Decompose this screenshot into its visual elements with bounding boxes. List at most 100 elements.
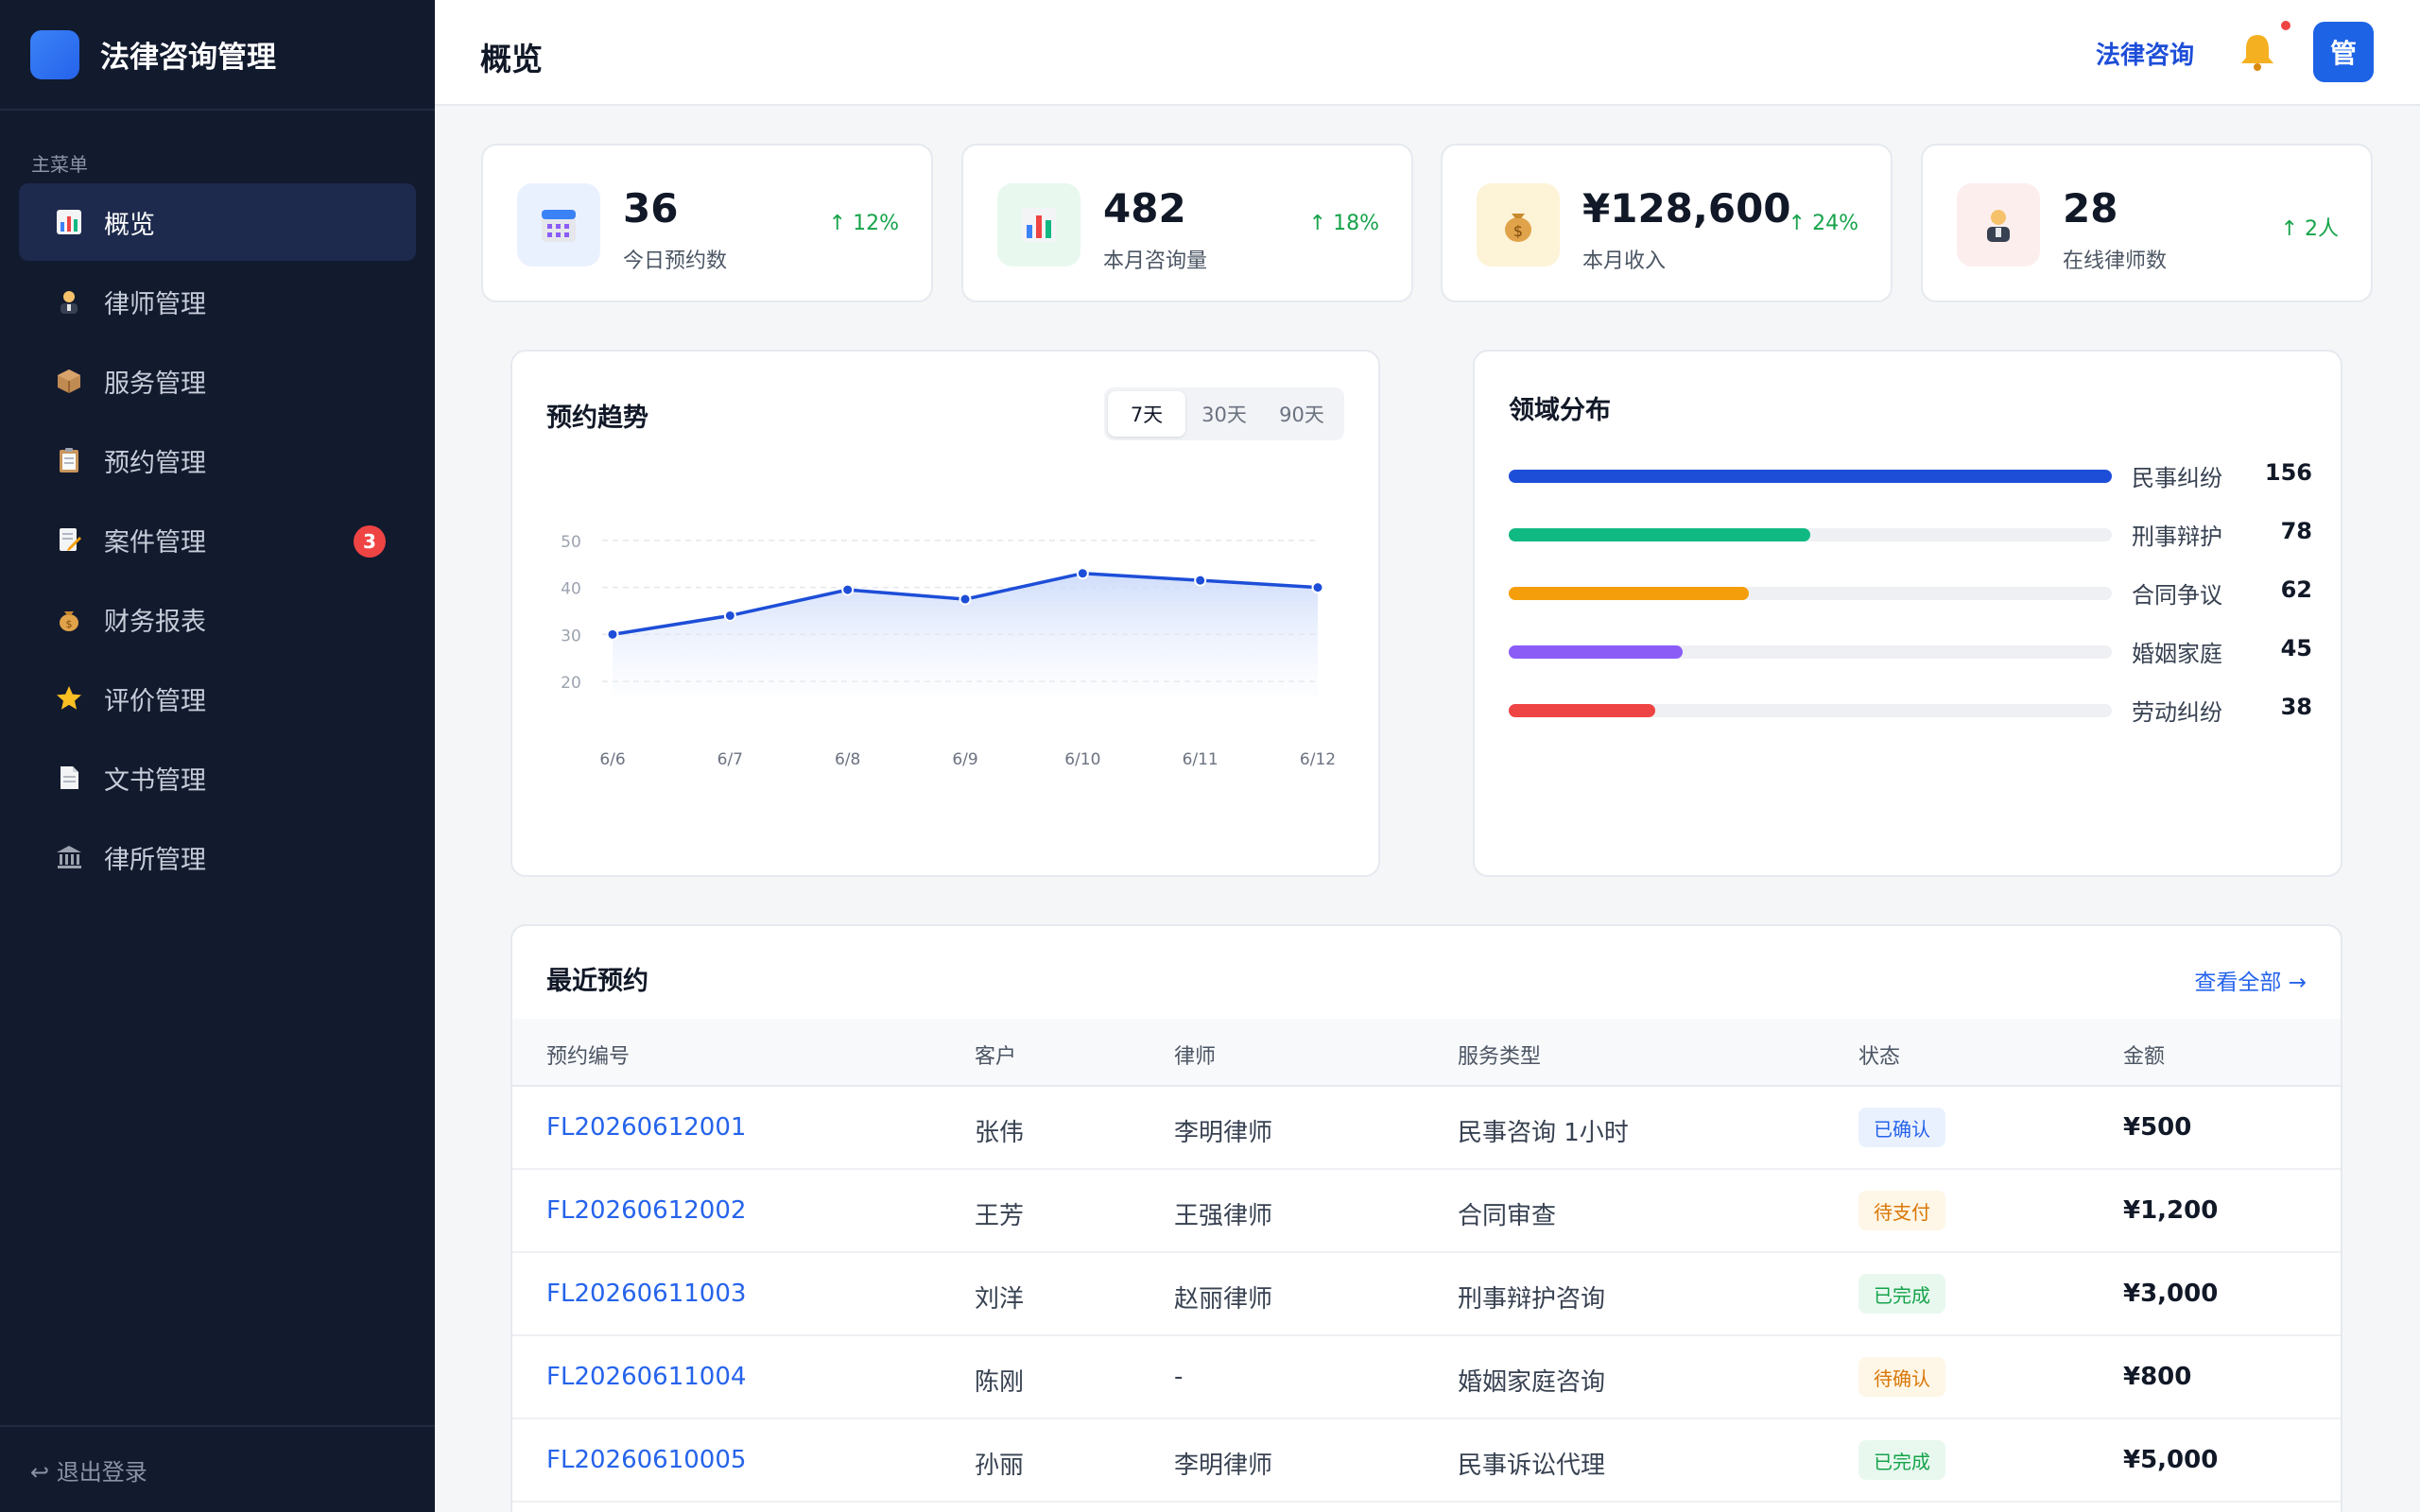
distribution-row: 劳动纠纷 38 <box>1509 692 2312 730</box>
stat-trend: ↑ 18% <box>1308 212 1379 235</box>
chart-icon <box>53 206 85 238</box>
trend-chart-card: 预约趋势 7天 30天 90天 20 30 40 50 6/6 6/7 6/8 6/9 6/10… <box>510 350 1380 877</box>
column-header[interactable]: 服务类型 <box>1458 1040 1541 1070</box>
stat-trend: ↑ 24% <box>1788 212 1858 235</box>
sidebar-item-documents[interactable]: 文书管理 <box>19 739 416 816</box>
brand[interactable]: 法律咨询管理 <box>0 0 435 111</box>
appointment-id-link[interactable]: FL20260610005 <box>546 1446 746 1474</box>
top-header: 概览 法律咨询 管 <box>435 0 2420 106</box>
sidebar-item-firms[interactable]: 律所管理 <box>19 818 416 896</box>
data-point <box>841 583 855 596</box>
svg-text:$: $ <box>66 618 73 630</box>
appointment-id-link[interactable]: FL20260611004 <box>546 1363 746 1391</box>
range-90d-button[interactable]: 90天 <box>1263 391 1340 437</box>
star-icon <box>53 682 85 714</box>
sidebar-item-appointments[interactable]: 预约管理 <box>19 421 416 499</box>
view-all-link[interactable]: 查看全部 → <box>2194 964 2307 996</box>
brand-title: 法律咨询管理 <box>100 41 276 75</box>
data-point <box>1076 567 1089 580</box>
range-30d-button[interactable]: 30天 <box>1185 391 1263 437</box>
status-badge: 已完成 <box>1858 1440 1945 1480</box>
y-tick-label: 30 <box>561 627 581 645</box>
column-header[interactable]: 预约编号 <box>546 1040 630 1070</box>
distribution-track <box>1509 470 2112 483</box>
distribution-bar <box>1509 528 1810 541</box>
distribution-track <box>1509 645 2112 659</box>
main-menu: 概览 律师管理 服务管理 预约管理 案件管理 3 $ 财务报表 评价管理 文书管… <box>19 183 416 898</box>
stat-card-appointments-today: 36 今日预约数 ↑ 12% <box>481 144 933 302</box>
amount-cell: ¥800 <box>2123 1363 2192 1391</box>
sidebar-item-cases[interactable]: 案件管理 3 <box>19 501 416 578</box>
range-selector: 7天 30天 90天 <box>1104 387 1344 440</box>
sidebar-item-services[interactable]: 服务管理 <box>19 342 416 420</box>
trend-chart: 20 30 40 50 6/6 6/7 6/8 6/9 6/10 6/11 6/12 <box>561 533 1336 769</box>
distribution-track <box>1509 528 2112 541</box>
sidebar-item-label: 案件管理 <box>104 527 206 558</box>
table-row[interactable]: FL20260611004 陈刚 - 婚姻家庭咨询 待确认 ¥800 <box>512 1336 2341 1419</box>
range-7d-button[interactable]: 7天 <box>1108 391 1185 437</box>
stat-card-monthly-income: $ ¥128,600 本月收入 ↑ 24% <box>1441 144 1893 302</box>
status-badge: 待确认 <box>1858 1357 1945 1397</box>
appointment-id-link[interactable]: FL20260612002 <box>546 1196 746 1225</box>
distribution-value: 156 <box>2264 459 2312 486</box>
sidebar-item-label: 文书管理 <box>104 765 206 796</box>
amount-cell: ¥1,200 <box>2123 1196 2219 1225</box>
sidebar-item-reviews[interactable]: 评价管理 <box>19 660 416 737</box>
distribution-track <box>1509 704 2112 717</box>
stat-value: ¥128,600 <box>1582 185 1791 232</box>
stat-trend: ↑ 2人 <box>2280 217 2339 241</box>
x-tick-label: 6/7 <box>717 750 743 769</box>
cases-count-badge: 3 <box>354 525 386 558</box>
stat-label: 本月收入 <box>1582 249 1667 273</box>
distribution-bar <box>1509 645 1684 659</box>
sidebar-item-label: 预约管理 <box>104 448 206 478</box>
money-bag-icon: $ <box>53 603 85 635</box>
client-cell: 刘洋 <box>975 1285 1025 1314</box>
logout-button[interactable]: ↩ 退出登录 <box>0 1425 435 1512</box>
column-header[interactable]: 律师 <box>1174 1040 1216 1070</box>
status-badge: 待支付 <box>1858 1191 1945 1230</box>
distribution-value: 38 <box>2280 694 2312 720</box>
distribution-name: 劳动纠纷 <box>2132 699 2222 726</box>
clipboard-icon <box>53 444 85 476</box>
column-header[interactable]: 状态 <box>1858 1040 1900 1070</box>
distribution-bar <box>1509 470 2112 483</box>
distribution-name: 婚姻家庭 <box>2132 641 2222 667</box>
lawyer-cell: 李明律师 <box>1174 1452 1273 1480</box>
appointment-id-link[interactable]: FL20260612001 <box>546 1113 746 1142</box>
service-cell: 合同审查 <box>1458 1202 1557 1230</box>
service-cell: 民事咨询 1小时 <box>1458 1119 1629 1147</box>
status-badge: 已确认 <box>1858 1108 1945 1147</box>
bell-icon[interactable] <box>2236 30 2279 74</box>
sidebar-item-overview[interactable]: 概览 <box>19 183 416 261</box>
sidebar-item-finance[interactable]: $ 财务报表 <box>19 580 416 658</box>
distribution-value: 78 <box>2280 518 2312 544</box>
trend-chart-title: 预约趋势 <box>546 404 648 433</box>
client-cell: 陈刚 <box>975 1368 1025 1397</box>
document-icon <box>53 762 85 794</box>
stat-card-online-lawyers: 28 在线律师数 ↑ 2人 <box>1921 144 2373 302</box>
sidebar-item-label: 律所管理 <box>104 845 206 875</box>
avatar[interactable]: 管 <box>2313 22 2374 82</box>
sidebar-item-lawyers[interactable]: 律师管理 <box>19 263 416 340</box>
table-row[interactable]: FL20260610005 孙丽 李明律师 民事诉讼代理 已完成 ¥5,000 <box>512 1419 2341 1503</box>
stat-label: 在线律师数 <box>2063 249 2168 273</box>
x-tick-label: 6/9 <box>952 750 977 769</box>
appointment-id-link[interactable]: FL20260611003 <box>546 1280 746 1308</box>
bar-chart-icon <box>997 183 1080 266</box>
memo-icon <box>53 524 85 556</box>
table-row[interactable]: FL20260611003 刘洋 赵丽律师 刑事辩护咨询 已完成 ¥3,000 <box>512 1253 2341 1336</box>
stat-value: 28 <box>2063 185 2118 232</box>
svg-text:$: $ <box>1513 222 1523 240</box>
trend-area <box>613 573 1318 696</box>
service-cell: 刑事辩护咨询 <box>1458 1285 1606 1314</box>
distribution-name: 合同争议 <box>2132 582 2222 609</box>
column-header[interactable]: 金额 <box>2123 1040 2165 1070</box>
data-point <box>1311 581 1324 594</box>
table-row[interactable]: FL20260612001 张伟 李明律师 民事咨询 1小时 已确认 ¥500 <box>512 1087 2341 1170</box>
stat-card-monthly-consults: 482 本月咨询量 ↑ 18% <box>961 144 1413 302</box>
brand-logo <box>30 29 79 79</box>
legal-consult-link[interactable]: 法律咨询 <box>2096 36 2194 71</box>
table-row[interactable]: FL20260612002 王芳 王强律师 合同审查 待支付 ¥1,200 <box>512 1170 2341 1253</box>
column-header[interactable]: 客户 <box>975 1040 1016 1070</box>
